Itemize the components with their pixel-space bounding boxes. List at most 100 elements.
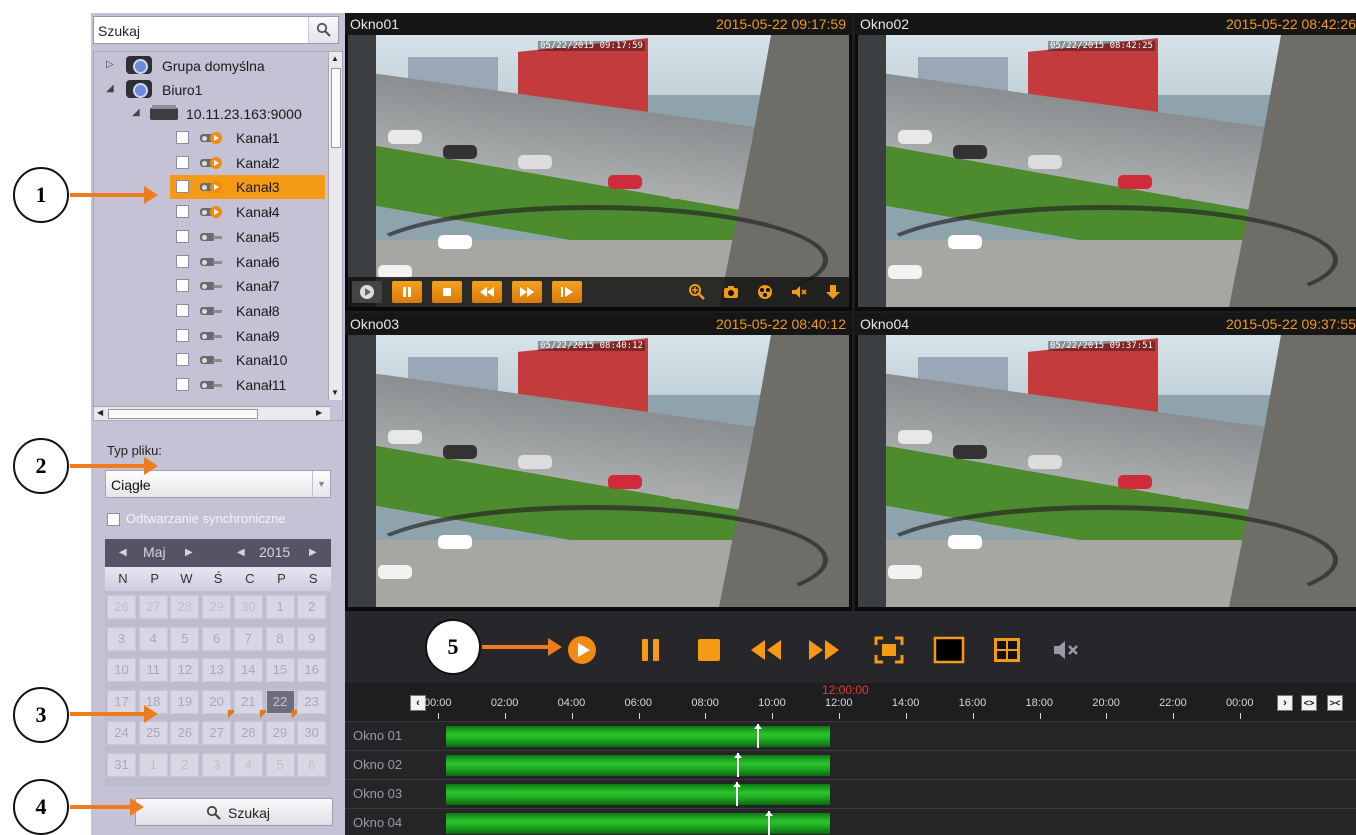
- calendar-day-cell[interactable]: 24: [107, 721, 136, 745]
- mute-icon[interactable]: [1051, 635, 1081, 665]
- calendar-day-cell[interactable]: 30: [297, 721, 327, 745]
- channel-checkbox[interactable]: [176, 205, 189, 219]
- tree-group-default[interactable]: ▷ Grupa domyślna: [94, 54, 330, 78]
- tree-channel-8[interactable]: Kanał8: [170, 299, 325, 323]
- video-window-1[interactable]: Okno01 2015-05-22 09:17:59 05/22/2015 09:1…: [345, 13, 852, 311]
- calendar-day-cell[interactable]: 23: [297, 689, 327, 714]
- calendar-day-cell[interactable]: 27: [138, 595, 168, 619]
- channel-checkbox[interactable]: [176, 378, 189, 391]
- calendar-day-cell[interactable]: 9: [297, 626, 327, 651]
- calendar-day-cell[interactable]: 20: [202, 689, 232, 714]
- timeline[interactable]: ‹ 12:00:00 00:00 02:00 04:00 06:00 08:00 10:0…: [345, 683, 1356, 835]
- scroll-right-icon[interactable]: ▶: [316, 408, 322, 417]
- channel-checkbox[interactable]: [176, 279, 189, 293]
- collapse-icon[interactable]: ◢: [132, 107, 140, 118]
- collapse-icon[interactable]: ◢: [106, 83, 114, 94]
- camera-snapshot-icon[interactable]: [722, 283, 740, 301]
- timeline-ruler[interactable]: ‹ 12:00:00 00:00 02:00 04:00 06:00 08:00 10:0…: [345, 683, 1356, 721]
- scroll-thumb[interactable]: [331, 68, 341, 148]
- calendar-day-cell[interactable]: 15: [265, 658, 295, 682]
- pause-icon[interactable]: [638, 635, 664, 665]
- channel-checkbox[interactable]: [176, 328, 189, 342]
- calendar-day-cell[interactable]: 11: [138, 658, 168, 682]
- calendar-day-cell[interactable]: 21: [233, 689, 263, 714]
- calendar-day-cell[interactable]: 14: [233, 658, 263, 682]
- channel-checkbox[interactable]: [176, 131, 189, 144]
- calendar-day-cell[interactable]: 2: [297, 595, 327, 619]
- calendar-day-cell[interactable]: 1: [265, 595, 295, 619]
- chevron-down-icon[interactable]: ▼: [312, 471, 330, 497]
- playhead-marker[interactable]: [753, 724, 762, 748]
- file-type-select[interactable]: Ciągłe ▼: [105, 470, 331, 498]
- calendar-day-cell[interactable]: 26: [107, 595, 136, 619]
- calendar-day-cell[interactable]: 27: [202, 721, 232, 745]
- search-input[interactable]: Szukaj: [93, 16, 339, 44]
- tree-channel-2[interactable]: Kanał2: [170, 151, 325, 175]
- tree-channel-9[interactable]: Kanał9: [170, 324, 325, 348]
- prev-month-icon[interactable]: ◀: [119, 547, 127, 558]
- calendar-day-cell[interactable]: 19: [170, 689, 200, 714]
- tree-channel-3[interactable]: Kanał3: [170, 175, 325, 200]
- video-window-4[interactable]: Okno04 2015-05-22 09:37:55 05/22/2015 09:3…: [855, 313, 1356, 611]
- tree-group-biuro1[interactable]: ◢ Biuro1: [94, 78, 330, 102]
- video-window-3[interactable]: Okno03 2015-05-22 08:40:12 05/22/2015 08:4…: [345, 313, 852, 611]
- device-tree[interactable]: ▷ Grupa domyślna ◢ Biuro1 ◢ 10.11.23.163…: [93, 51, 343, 421]
- fast-forward-icon[interactable]: [807, 635, 841, 665]
- calendar-day-cell[interactable]: 22: [265, 689, 295, 714]
- calendar-day-cell[interactable]: 28: [233, 721, 263, 745]
- calendar-day-cell[interactable]: 12: [170, 658, 200, 682]
- window-stop-button[interactable]: [432, 281, 462, 303]
- timeline-row[interactable]: Okno 03: [345, 779, 1356, 808]
- download-icon[interactable]: [824, 283, 842, 301]
- recording-segment[interactable]: [446, 753, 831, 777]
- tree-channel-6[interactable]: Kanał6: [170, 250, 325, 274]
- next-month-icon[interactable]: ▶: [185, 547, 193, 558]
- calendar-day-cell[interactable]: 3: [202, 752, 232, 777]
- sync-playback-checkbox[interactable]: [107, 513, 120, 526]
- tree-vertical-scrollbar[interactable]: ▲ ▼: [328, 52, 342, 400]
- calendar-day-cell[interactable]: 1: [138, 752, 168, 777]
- next-year-icon[interactable]: ▶: [309, 547, 317, 558]
- playhead-marker[interactable]: [764, 811, 773, 835]
- calendar-day-cell[interactable]: 7: [233, 626, 263, 651]
- tree-channel-5[interactable]: Kanał5: [170, 225, 325, 249]
- calendar-day-cell[interactable]: 31: [107, 752, 136, 777]
- zoom-in-icon[interactable]: <>: [1301, 695, 1317, 711]
- timeline-row[interactable]: Okno 02: [345, 750, 1356, 779]
- scroll-up-icon[interactable]: ▲: [331, 54, 339, 63]
- calendar-day-cell[interactable]: 8: [265, 626, 295, 651]
- rewind-icon[interactable]: [749, 635, 783, 665]
- single-view-icon[interactable]: [933, 635, 965, 665]
- calendar-day-cell[interactable]: 16: [297, 658, 327, 682]
- stop-icon[interactable]: [694, 635, 724, 665]
- playhead-marker[interactable]: [732, 782, 741, 806]
- channel-checkbox[interactable]: [176, 254, 189, 268]
- scroll-left-icon[interactable]: ◀: [97, 408, 103, 417]
- recording-segment[interactable]: [446, 724, 831, 748]
- zoom-in-icon[interactable]: [688, 283, 706, 301]
- channel-checkbox[interactable]: [176, 155, 189, 169]
- calendar-day-cell[interactable]: 10: [107, 658, 136, 682]
- calendar-day-cell[interactable]: 6: [297, 752, 327, 777]
- window-pause-button[interactable]: [392, 281, 422, 303]
- calendar-day-cell[interactable]: 6: [202, 626, 232, 651]
- search-button[interactable]: Szukaj: [135, 798, 333, 826]
- calendar-day-cell[interactable]: 29: [265, 721, 295, 745]
- tree-channel-10[interactable]: Kanał10: [170, 348, 325, 372]
- window-forward-button[interactable]: [512, 281, 542, 303]
- quad-view-icon[interactable]: [991, 635, 1023, 665]
- zoom-out-icon[interactable]: ><: [1327, 695, 1343, 711]
- window-play-button[interactable]: [352, 281, 382, 303]
- channel-checkbox[interactable]: [176, 353, 189, 367]
- tree-channel-11[interactable]: Kanał11: [170, 373, 325, 397]
- calendar-day-cell[interactable]: 13: [202, 658, 232, 682]
- expand-icon[interactable]: ▷: [106, 59, 114, 70]
- calendar-day-cell[interactable]: 5: [265, 752, 295, 777]
- tree-channel-1[interactable]: Kanał1: [170, 126, 325, 150]
- playhead-marker[interactable]: [733, 753, 742, 777]
- timeline-row[interactable]: Okno 04: [345, 808, 1356, 835]
- calendar-day-cell[interactable]: 4: [138, 626, 168, 651]
- play-icon[interactable]: [567, 635, 597, 665]
- tree-horizontal-scrollbar[interactable]: ◀ ▶: [94, 406, 330, 420]
- recording-segment[interactable]: [446, 811, 831, 835]
